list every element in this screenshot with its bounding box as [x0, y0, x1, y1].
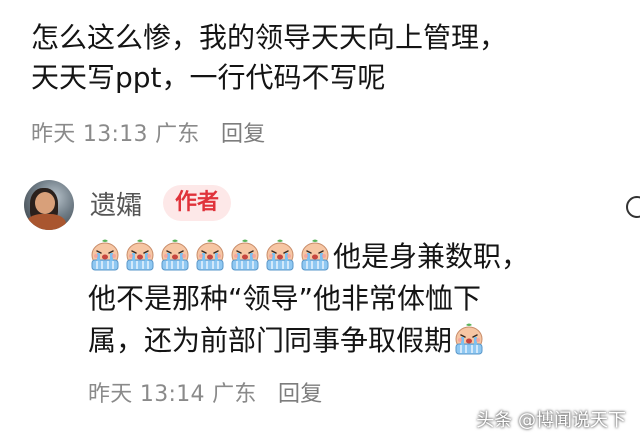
reply-meta: 昨天 13:14 广东 回复 [88, 376, 323, 408]
comment-reply-button[interactable]: 回复 [221, 122, 266, 147]
emoji-tail [452, 322, 487, 357]
crying-face-emoji-icon [452, 322, 486, 356]
reply-line-3-text: 属，还为前部门同事争取假期 [88, 324, 453, 357]
crying-face-emoji-icon [228, 238, 262, 272]
author-badge: 作者 [163, 185, 232, 221]
comment-line-2: 天天写ppt，一行代码不写呢 [31, 61, 386, 94]
avatar[interactable] [24, 180, 74, 230]
reply-line-3: 属，还为前部门同事争取假期 [88, 320, 608, 362]
comment-line-1: 怎么这么惨，我的领导天天向上管理， [31, 21, 508, 54]
reply-line-1: 他是身兼数职， [88, 236, 608, 278]
watermark: 头条 @博闻说天下 [476, 410, 626, 431]
crying-face-emoji-icon [298, 238, 332, 272]
comment-location: 广东 [155, 122, 200, 147]
crying-face-emoji-icon [263, 238, 297, 272]
comment-body: 怎么这么惨，我的领导天天向上管理， 天天写ppt，一行代码不写呢 [31, 18, 611, 98]
reply-time: 昨天 13:14 [88, 382, 205, 407]
crying-face-emoji-icon [88, 238, 122, 272]
comment-time: 昨天 13:13 [31, 122, 148, 147]
crying-face-emoji-icon [158, 238, 192, 272]
reply-location: 广东 [212, 382, 257, 407]
comment-meta: 昨天 13:13 广东 回复 [31, 116, 266, 148]
reply-line-1-text: 他是身兼数职， [333, 240, 530, 273]
crying-face-emoji-icon [193, 238, 227, 272]
reply-body: 他是身兼数职， 他不是那种“领导”他非常体恤下 属，还为前部门同事争取假期 [88, 236, 608, 362]
reply-reply-button[interactable]: 回复 [278, 382, 323, 407]
reply-line-2: 他不是那种“领导”他非常体恤下 [88, 282, 482, 315]
more-options-icon[interactable] [626, 196, 640, 218]
reply-username[interactable]: 遗孀 [90, 185, 142, 222]
emoji-row [88, 238, 333, 273]
crying-face-emoji-icon [123, 238, 157, 272]
